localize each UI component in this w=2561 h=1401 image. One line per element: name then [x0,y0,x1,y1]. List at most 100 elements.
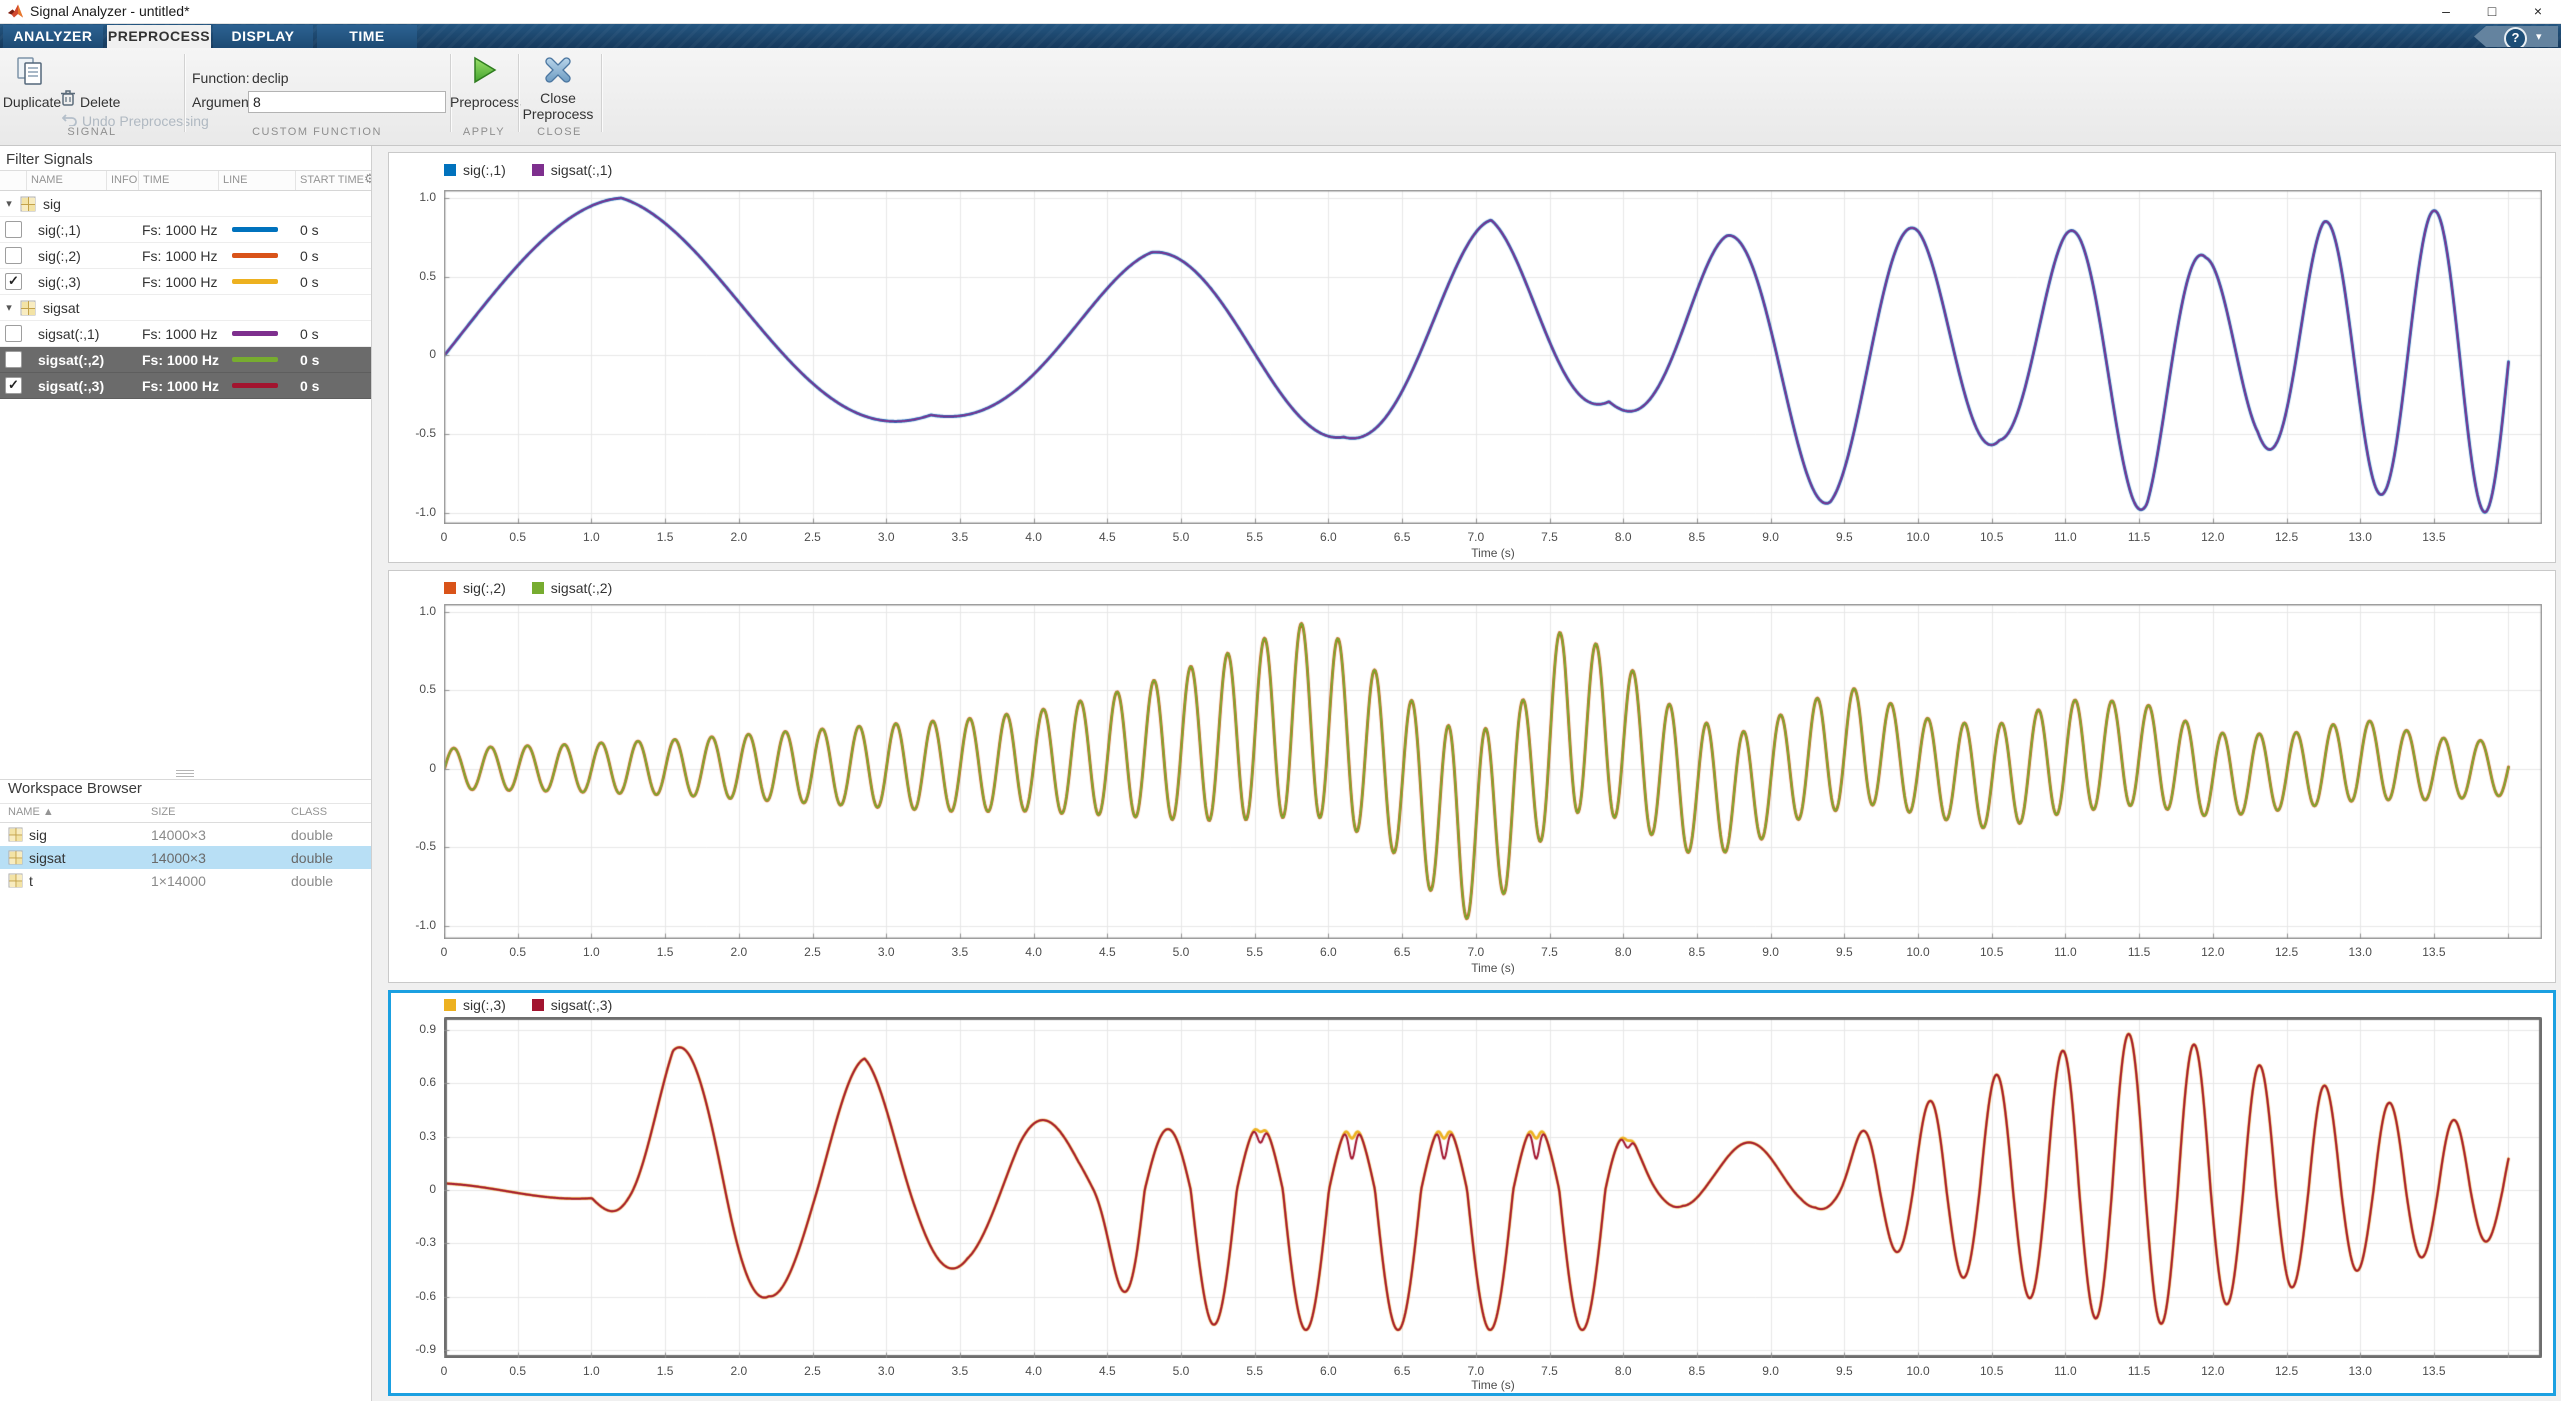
checkbox-unchecked[interactable] [5,221,22,238]
checkbox-checked[interactable]: ✓ [5,377,22,394]
signal-row[interactable]: sigsat(:,2)Fs: 1000 Hz0 s [0,347,371,373]
duplicate-button[interactable]: Duplicate [2,94,62,110]
close-button[interactable]: × [2515,0,2561,23]
line-swatch [232,227,278,232]
signal-name: sigsat(:,1) [26,326,106,342]
x-axis-title: Time (s) [1471,546,1515,560]
column-header-NAME: NAME [26,171,106,190]
tab-analyzer[interactable]: ANALYZER [3,25,103,48]
x-tick-label: 10.0 [1906,1364,1929,1378]
signal-group-row-sig[interactable]: ▾ sig [0,191,371,217]
plot-canvas[interactable] [444,604,2542,939]
plot-canvas[interactable] [444,190,2542,524]
legend-entry[interactable]: sig(:,3) [444,997,506,1013]
signal-time: Fs: 1000 Hz [138,274,218,290]
checkbox-unchecked[interactable] [5,325,22,342]
workspace-row[interactable]: sigsat14000×3double [0,846,371,869]
preprocess-toolbar: Duplicate Undo Preprocessing Delete Func… [0,48,2561,146]
title-bar: Signal Analyzer - untitled* – □ × [0,0,2561,24]
x-tick-label: 11.0 [2054,1364,2076,1378]
matrix-icon [8,850,23,865]
x-tick-label: 3.5 [952,530,969,544]
help-icon[interactable]: ? [2504,27,2527,50]
y-tick-label: 0.5 [384,682,436,696]
x-tick-label: 2.5 [804,1364,821,1378]
legend-entry[interactable]: sig(:,1) [444,162,506,178]
signal-row[interactable]: ✓sigsat(:,3)Fs: 1000 Hz0 s [0,373,371,399]
signal-start-time: 0 s [295,274,371,290]
signal-group-row-sigsat[interactable]: ▾sigsat [0,295,371,321]
checkbox-checked[interactable]: ✓ [5,273,22,290]
x-tick-label: 5.0 [1173,945,1190,959]
x-tick-label: 9.0 [1762,1364,1779,1378]
checkbox-cell: ✓ [0,377,26,394]
x-tick-label: 11.5 [2128,945,2150,959]
y-tick-label: 0 [384,1182,436,1196]
signal-row[interactable]: sig(:,1)Fs: 1000 Hz0 s [0,217,371,243]
legend-label: sig(:,2) [463,580,506,596]
x-tick-label: 1.0 [583,945,600,959]
x-tick-label: 9.5 [1836,945,1853,959]
y-tick-label: 0.5 [384,269,436,283]
chevron-down-icon[interactable]: ▾ [2536,30,2542,43]
signal-group-name: sig [43,196,61,212]
x-tick-label: 0.5 [509,1364,526,1378]
workspace-row[interactable]: sig14000×3double [0,823,371,846]
arguments-input[interactable] [248,91,446,113]
signal-name: sigsat(:,2) [26,352,106,368]
group-label-signal: SIGNAL [0,126,184,140]
ws-column-header-class: CLASS [283,804,371,822]
x-tick-label: 7.0 [1467,945,1484,959]
y-tick-label: -1.0 [384,505,436,519]
minimize-button[interactable]: – [2423,0,2469,23]
tab-display[interactable]: DISPLAY [213,25,313,48]
delete-button[interactable]: Delete [80,94,120,110]
checkbox-unchecked[interactable] [5,351,22,368]
signal-row[interactable]: sig(:,2)Fs: 1000 Hz0 s [0,243,371,269]
legend-swatch [444,582,456,594]
signal-row[interactable]: sigsat(:,1)Fs: 1000 Hz0 s [0,321,371,347]
workspace-var-class: double [283,873,371,889]
x-tick-label: 4.0 [1025,1364,1042,1378]
ws-column-header-size: SIZE [143,804,283,822]
tab-preprocess[interactable]: PREPROCESS [107,25,211,48]
collapse-caret-icon[interactable]: ▾ [0,301,18,314]
x-tick-label: 1.5 [657,945,674,959]
delete-icon[interactable] [60,89,76,112]
gear-icon[interactable]: ⚙ [364,171,371,190]
x-tick-label: 4.5 [1099,530,1116,544]
duplicate-icon[interactable] [16,56,44,91]
panel-splitter[interactable] [0,768,371,779]
maximize-button[interactable]: □ [2469,0,2515,23]
legend-entry[interactable]: sigsat(:,2) [532,580,612,596]
checkbox-unchecked[interactable] [5,247,22,264]
workspace-table-header: NAME ▲SIZECLASS [0,804,371,823]
legend-entry[interactable]: sigsat(:,1) [532,162,612,178]
preprocess-button[interactable]: Preprocess [450,94,520,110]
window-title: Signal Analyzer - untitled* [30,3,190,19]
matrix-icon [20,300,36,316]
workspace-var-class: double [283,850,371,866]
preprocess-play-icon[interactable] [470,56,498,89]
plot-canvas[interactable] [444,1017,2542,1358]
close-preprocess-icon[interactable] [544,56,572,89]
function-value[interactable]: declip [252,70,289,86]
group-label-custom-function: CUSTOM FUNCTION [184,126,450,140]
legend-entry[interactable]: sigsat(:,3) [532,997,612,1013]
collapse-caret-icon[interactable]: ▾ [0,197,18,210]
workspace-row[interactable]: t1×14000double [0,869,371,892]
toolbar-separator [450,54,452,132]
close-preprocess-button[interactable]: Close Preprocess [520,90,596,122]
y-tick-label: 0.3 [384,1129,436,1143]
x-tick-label: 8.5 [1689,530,1706,544]
x-axis-title: Time (s) [1471,1378,1515,1392]
workspace-browser: Workspace Browser NAME ▲SIZECLASS sig140… [0,779,371,892]
tab-time[interactable]: TIME [317,25,417,48]
legend-entry[interactable]: sig(:,2) [444,580,506,596]
x-tick-label: 6.5 [1394,945,1411,959]
signal-row[interactable]: ✓sig(:,3)Fs: 1000 Hz0 s [0,269,371,295]
signal-time: Fs: 1000 Hz [138,378,218,394]
x-tick-label: 13.0 [2349,945,2372,959]
y-tick-label: 0.6 [384,1075,436,1089]
signal-start-time: 0 s [295,352,371,368]
